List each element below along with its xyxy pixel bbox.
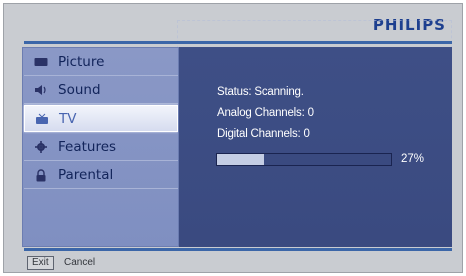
scan-content-panel: Status: Scanning. Analog Channels: 0 Dig… xyxy=(178,47,452,247)
bottom-divider xyxy=(24,248,452,251)
menu-item-tv[interactable]: TV xyxy=(24,105,178,132)
menu-item-label: Picture xyxy=(58,54,105,70)
speaker-icon xyxy=(32,83,50,97)
picture-icon xyxy=(32,55,50,69)
analog-channels: Analog Channels: 0 xyxy=(217,107,314,119)
menu-item-label: TV xyxy=(59,110,77,127)
cancel-label: Cancel xyxy=(64,257,96,268)
menu-item-parental[interactable]: Parental xyxy=(24,162,178,189)
exit-button[interactable]: Exit xyxy=(27,256,54,270)
menu-item-sound[interactable]: Sound xyxy=(24,77,178,104)
top-divider xyxy=(24,41,452,44)
menu-item-label: Sound xyxy=(58,82,101,98)
tv-menu-frame: PHILIPS Picture Sound TV Features Parent… xyxy=(3,3,463,273)
gear-icon xyxy=(32,140,50,154)
lock-icon xyxy=(32,168,50,182)
scan-progress-bar xyxy=(216,153,392,166)
menu-item-picture[interactable]: Picture xyxy=(24,49,178,76)
scan-status: Status: Scanning. xyxy=(217,86,304,98)
digital-channels: Digital Channels: 0 xyxy=(217,128,310,140)
scan-progress-fill xyxy=(217,154,264,165)
scan-progress-percent: 27% xyxy=(401,153,425,165)
menu-item-label: Features xyxy=(58,139,117,155)
tv-icon xyxy=(33,112,51,126)
main-menu: Picture Sound TV Features Parental xyxy=(24,49,178,245)
menu-item-label: Parental xyxy=(58,167,114,183)
menu-item-features[interactable]: Features xyxy=(24,134,178,161)
